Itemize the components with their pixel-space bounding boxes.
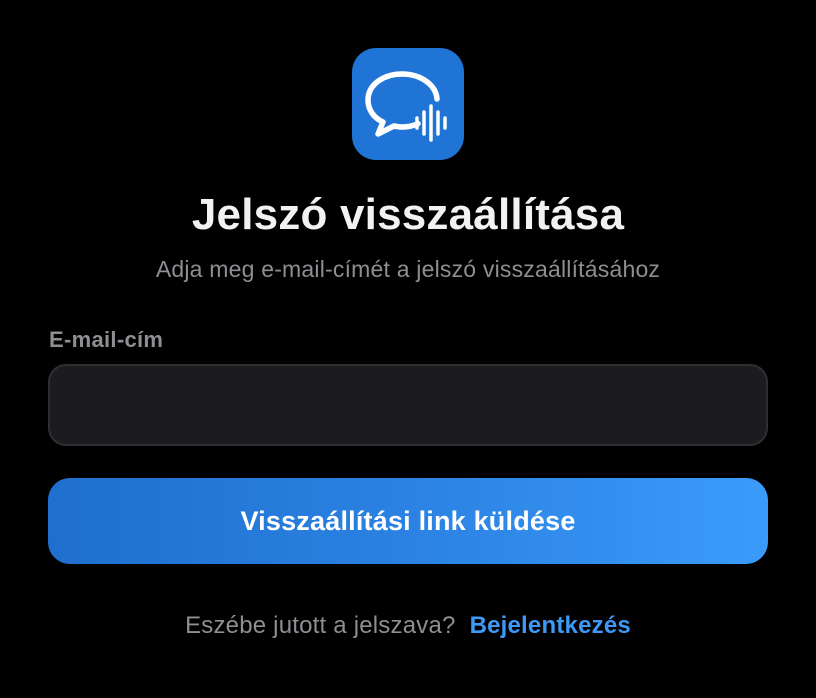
login-link[interactable]: Bejelentkezés bbox=[470, 612, 631, 639]
page-title: Jelszó visszaállítása bbox=[191, 190, 625, 239]
email-field-label: E-mail-cím bbox=[49, 327, 164, 352]
send-reset-link-button[interactable]: Visszaállítási link küldése bbox=[48, 478, 768, 564]
app-logo-icon bbox=[352, 48, 464, 160]
login-prompt-text: Eszébe jutott a jelszava? bbox=[185, 612, 456, 639]
email-field[interactable] bbox=[48, 364, 768, 446]
page-subtitle: Adja meg e-mail-címét a jelszó visszaáll… bbox=[155, 256, 661, 282]
login-prompt: Eszébe jutott a jelszava? Bejelentkezés bbox=[0, 612, 816, 640]
chat-bubble-soundwave-icon bbox=[365, 71, 447, 142]
